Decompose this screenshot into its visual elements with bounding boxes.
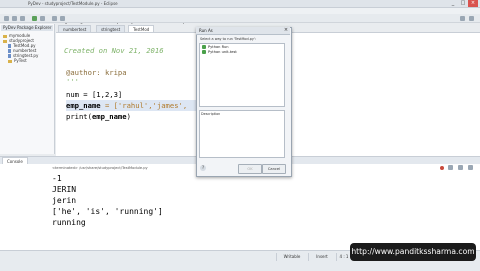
dialog-prompt: Select a way to run 'TestMod.py': <box>200 37 256 41</box>
tab-stringtest[interactable]: stringtest <box>96 25 126 32</box>
pin-console-icon[interactable] <box>468 165 473 170</box>
dialog-close-icon[interactable]: × <box>283 27 289 34</box>
status-insert: Insert <box>308 253 335 261</box>
console-line: jerin <box>52 196 77 205</box>
cancel-button[interactable]: Cancel <box>262 164 286 174</box>
console-path: <terminated> /usr/share/studyproject/Tes… <box>52 166 148 170</box>
option-python-unit-test[interactable]: Python unit-test <box>202 50 282 55</box>
save-icon[interactable] <box>12 16 17 21</box>
perspective-icon[interactable] <box>460 16 465 21</box>
watermark-url: http://www.panditkssharma.com <box>350 243 476 261</box>
maximize-button[interactable]: □ <box>458 0 468 7</box>
tab-numbertest[interactable]: numbertest <box>58 25 92 32</box>
close-button[interactable]: × <box>468 0 478 7</box>
run-option-list[interactable]: Python Run Python unit-test <box>199 43 285 107</box>
debug-icon[interactable] <box>40 16 45 21</box>
code-line-docstring-end: ''' <box>66 77 79 86</box>
minimize-button[interactable]: _ <box>448 0 458 7</box>
console-line: ['he', 'is', 'running'] <box>52 207 163 216</box>
dialog-title-bar: Run As <box>196 27 290 35</box>
description-box <box>199 110 285 158</box>
pydev-perspective-icon[interactable] <box>469 16 474 21</box>
remove-launch-icon[interactable] <box>448 165 453 170</box>
tab-testmod[interactable]: TestMod <box>128 25 155 32</box>
clear-console-icon[interactable] <box>458 165 463 170</box>
print-icon[interactable] <box>20 16 25 21</box>
tree-item-pytest[interactable]: PyTest <box>3 58 38 63</box>
code-line-num: num = [1,2,3] <box>66 90 123 99</box>
console-line: JERIN <box>52 185 77 194</box>
package-tree: mymodule studyproject TestMod.py numbert… <box>3 33 38 63</box>
package-explorer-tab[interactable]: PyDev Package Explorer <box>1 25 53 31</box>
status-position: 4 : 1 <box>336 253 351 261</box>
status-writable: Writable <box>276 253 307 261</box>
code-line-emp-name: emp_name = ['rahul','james', <box>66 100 196 111</box>
console-line: running <box>52 218 86 227</box>
python-run-icon <box>202 45 206 49</box>
terminate-icon[interactable] <box>440 166 444 170</box>
code-line-print: print(emp_name) <box>66 112 131 121</box>
open-type-icon[interactable] <box>60 16 65 21</box>
dialog-title: Run As <box>199 28 213 33</box>
help-icon[interactable]: ? <box>200 165 206 171</box>
search-icon[interactable] <box>52 16 57 21</box>
run-icon[interactable] <box>32 16 37 21</box>
code-line-created: Created on Nov 21, 2016 <box>64 46 164 55</box>
description-label: Description <box>201 112 221 116</box>
console-line: -1 <box>52 174 62 183</box>
folder-icon <box>8 59 12 63</box>
unit-test-icon <box>202 50 206 54</box>
window-title: PyDev - studyproject/TestModule.py - Ecl… <box>28 1 118 6</box>
toolbar <box>0 14 480 23</box>
ok-button[interactable]: OK <box>238 164 262 174</box>
new-icon[interactable] <box>4 16 9 21</box>
title-bar: PyDev - studyproject/TestModule.py - Ecl… <box>0 0 480 8</box>
folder-icon <box>3 39 7 43</box>
